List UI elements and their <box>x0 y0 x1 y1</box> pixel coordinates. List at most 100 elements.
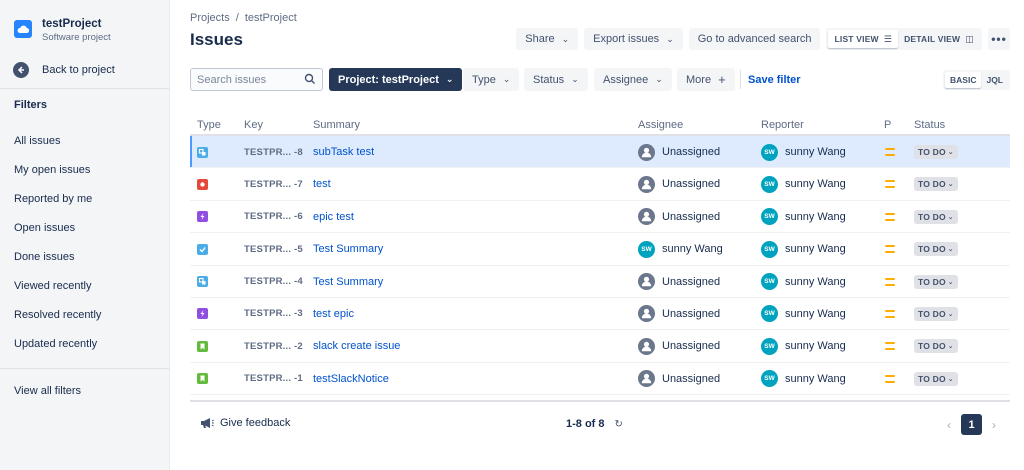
status-dropdown[interactable]: TO DO ⌄ <box>914 339 958 354</box>
advanced-search-button[interactable]: Go to advanced search <box>688 28 821 50</box>
avatar <box>638 208 655 226</box>
header-type[interactable]: Type <box>197 119 221 131</box>
issue-key[interactable]: TESTPR... -4 <box>244 266 303 298</box>
issue-summary-link[interactable]: Test Summary <box>313 266 383 298</box>
avatar: SW <box>761 240 778 258</box>
breadcrumb-project[interactable]: testProject <box>245 12 297 24</box>
bug-icon <box>197 178 208 190</box>
view-all-filters-link[interactable]: View all filters <box>0 377 169 406</box>
status-dropdown[interactable]: TO DO ⌄ <box>914 209 958 224</box>
avatar: SW <box>761 337 778 355</box>
chevron-right-icon[interactable]: › <box>986 418 1002 432</box>
back-to-project-link[interactable]: Back to project <box>0 52 169 88</box>
subtask-icon <box>197 276 208 288</box>
share-button[interactable]: Share ⌄ <box>516 28 579 50</box>
assignee-cell[interactable]: Unassigned <box>638 330 720 362</box>
project-header[interactable]: testProject Software project <box>0 0 169 52</box>
table-row[interactable]: TESTPR... -4 Test Summary Unassigned SW s… <box>190 266 1010 298</box>
more-actions-button[interactable]: ••• <box>988 28 1010 50</box>
issue-summary-link[interactable]: epic test <box>313 201 354 233</box>
header-priority[interactable]: P <box>884 119 891 131</box>
table-row[interactable]: TESTPR... -2 slack create issue Unassign… <box>190 330 1010 363</box>
table-row[interactable]: TESTPR... -5 Test Summary SW sunny Wang S… <box>190 233 1010 266</box>
give-feedback-button[interactable]: Give feedback <box>200 417 290 429</box>
assignee-cell[interactable]: Unassigned <box>638 363 720 395</box>
save-filter-button[interactable]: Save filter <box>748 68 801 91</box>
issue-key[interactable]: TESTPR... -1 <box>244 363 303 395</box>
assignee-cell[interactable]: Unassigned <box>638 168 720 200</box>
assignee-cell[interactable]: Unassigned <box>638 266 720 298</box>
detail-view-button[interactable]: DETAIL VIEW ◫ <box>898 30 980 48</box>
status-dropdown[interactable]: TO DO ⌄ <box>914 306 958 321</box>
sidebar-item-open-issues[interactable]: Open issues <box>0 214 169 243</box>
issues-table: Type Key Summary Assignee Reporter P Sta… <box>190 116 1010 396</box>
story-icon <box>197 340 208 352</box>
sidebar-item-done-issues[interactable]: Done issues <box>0 243 169 272</box>
export-label: Export issues <box>593 33 660 45</box>
status-dropdown[interactable]: TO DO ⌄ <box>914 371 958 386</box>
assignee-filter-button[interactable]: Assignee ⌄ <box>594 68 672 91</box>
header-reporter[interactable]: Reporter <box>761 119 804 131</box>
assignee-cell[interactable]: Unassigned <box>638 136 720 168</box>
sidebar-item-all-issues[interactable]: All issues <box>0 127 169 156</box>
divider <box>0 368 169 369</box>
sidebar-item-my-open-issues[interactable]: My open issues <box>0 156 169 185</box>
assignee-name: Unassigned <box>662 372 721 385</box>
status-filter-button[interactable]: Status ⌄ <box>524 68 588 91</box>
header-key[interactable]: Key <box>244 119 263 131</box>
issue-summary-link[interactable]: testSlackNotice <box>313 363 389 395</box>
page-number[interactable]: 1 <box>961 414 982 435</box>
search-input[interactable] <box>191 69 296 90</box>
status-dropdown[interactable]: TO DO ⌄ <box>914 145 958 159</box>
header-summary[interactable]: Summary <box>313 119 360 131</box>
table-row[interactable]: TESTPR... -8 subTask test Unassigned SW s… <box>190 136 1010 169</box>
assignee-cell[interactable]: Unassigned <box>638 298 720 330</box>
basic-mode-button[interactable]: BASIC <box>945 72 982 88</box>
issue-key[interactable]: TESTPR... -3 <box>244 298 303 330</box>
status-dropdown[interactable]: TO DO ⌄ <box>914 274 958 289</box>
assignee-name: Unassigned <box>662 307 721 320</box>
sidebar-item-reported-by-me[interactable]: Reported by me <box>0 185 169 214</box>
table-row[interactable]: TESTPR... -3 test epic Unassigned SW sunn… <box>190 298 1010 331</box>
sidebar-item-updated-recently[interactable]: Updated recently <box>0 330 169 359</box>
status-dropdown[interactable]: TO DO ⌄ <box>914 242 958 257</box>
issue-summary-link[interactable]: test <box>313 168 331 200</box>
sidebar: testProject Software project Back to pro… <box>0 0 170 470</box>
project-filter-button[interactable]: Project: testProject ⌄ <box>329 68 463 91</box>
issue-summary-link[interactable]: slack create issue <box>313 330 400 362</box>
issue-summary-link[interactable]: test epic <box>313 298 354 330</box>
header-assignee[interactable]: Assignee <box>638 119 683 131</box>
breadcrumb-projects[interactable]: Projects <box>190 12 230 24</box>
export-issues-button[interactable]: Export issues ⌄ <box>584 28 683 50</box>
assignee-cell[interactable]: Unassigned <box>638 201 720 233</box>
feedback-label: Give feedback <box>220 417 291 429</box>
issue-key[interactable]: TESTPR... -8 <box>244 136 303 168</box>
assignee-cell[interactable]: SW sunny Wang <box>638 233 723 265</box>
sidebar-item-resolved-recently[interactable]: Resolved recently <box>0 301 169 330</box>
chevron-down-icon: ⌄ <box>947 149 954 156</box>
issue-key[interactable]: TESTPR... -2 <box>244 330 303 362</box>
status-dropdown[interactable]: TO DO ⌄ <box>914 177 958 192</box>
priority-medium-icon <box>885 245 895 254</box>
issue-key[interactable]: TESTPR... -7 <box>244 168 303 200</box>
sidebar-item-viewed-recently[interactable]: Viewed recently <box>0 272 169 301</box>
reporter-cell: SW sunny Wang <box>761 363 846 395</box>
type-filter-button[interactable]: Type ⌄ <box>463 68 520 91</box>
more-filters-button[interactable]: More + <box>677 68 735 91</box>
issue-key[interactable]: TESTPR... -5 <box>244 233 303 265</box>
table-header: Type Key Summary Assignee Reporter P Sta… <box>190 116 1010 136</box>
table-row[interactable]: TESTPR... -1 testSlackNotice Unassigned … <box>190 363 1010 396</box>
chevron-down-icon: ⌄ <box>947 278 954 286</box>
table-row[interactable]: TESTPR... -7 test Unassigned SW sunny Wan… <box>190 168 1010 201</box>
header-status[interactable]: Status <box>914 119 945 131</box>
refresh-icon[interactable]: ↻ <box>615 419 623 430</box>
issue-key[interactable]: TESTPR... -6 <box>244 201 303 233</box>
detail-icon: ◫ <box>965 33 974 44</box>
list-view-button[interactable]: LIST VIEW ☰ <box>828 30 899 48</box>
jql-mode-button[interactable]: JQL <box>981 72 1008 88</box>
reporter-cell: SW sunny Wang <box>761 201 846 233</box>
chevron-left-icon[interactable]: ‹ <box>941 418 957 432</box>
issue-summary-link[interactable]: subTask test <box>313 136 374 168</box>
issue-summary-link[interactable]: Test Summary <box>313 233 383 265</box>
table-row[interactable]: TESTPR... -6 epic test Unassigned SW sunn… <box>190 201 1010 234</box>
